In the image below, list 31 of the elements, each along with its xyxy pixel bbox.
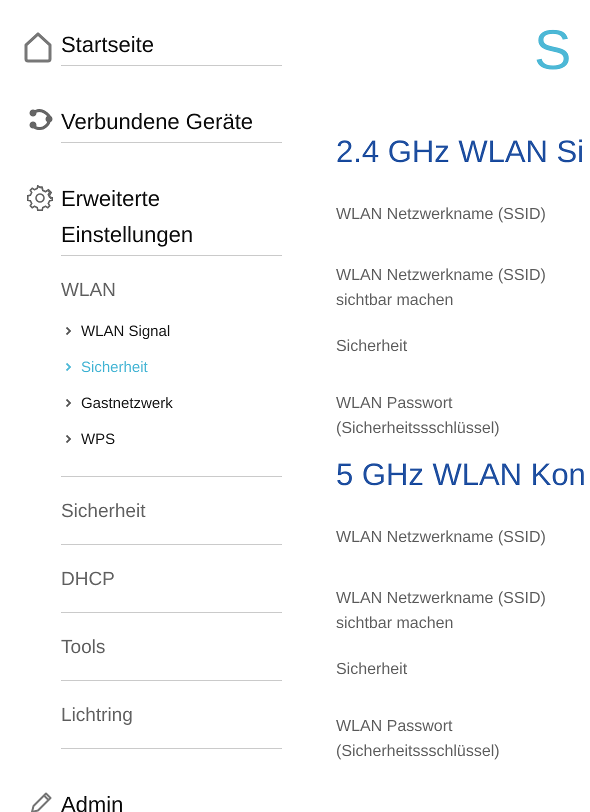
nav-link[interactable]: Admin xyxy=(61,787,282,812)
chevron-icon xyxy=(65,326,72,336)
chevron-icon xyxy=(65,434,72,444)
nav-link[interactable]: Sicherheit xyxy=(61,499,282,525)
settings-icon xyxy=(27,185,53,211)
field-label: WLAN Passwort (Sicherheitssschlüssel) xyxy=(336,718,500,760)
field-label: WLAN Netzwerkname (SSID) sichtbar machen xyxy=(336,590,546,632)
chevron-icon xyxy=(65,398,72,408)
nav-link[interactable]: WLAN xyxy=(61,278,282,304)
home-icon xyxy=(23,31,53,63)
nav-link[interactable]: DHCP xyxy=(61,567,282,593)
field-label: WLAN Netzwerkname (SSID) sichtbar machen xyxy=(336,267,546,309)
field-label: WLAN Passwort (Sicherheitssschlüssel) xyxy=(336,395,500,437)
field-label: Sicherheit xyxy=(336,338,408,355)
nav-link[interactable]: Lichtring xyxy=(61,703,282,729)
nav-sub-link[interactable]: WPS xyxy=(61,421,282,457)
section-heading: 5 GHz WLAN Kon xyxy=(336,456,587,494)
nav-link[interactable]: Startseite xyxy=(61,27,282,66)
chevron-icon xyxy=(65,362,72,372)
field-label: WLAN Netzwerkname (SSID) xyxy=(336,529,546,546)
nav-link[interactable]: Erweiterte Einstellungen xyxy=(61,181,282,256)
field-label: Sicherheit xyxy=(336,661,408,678)
nav-link[interactable]: Tools xyxy=(61,635,282,661)
page-title: S xyxy=(534,18,572,82)
nav-link[interactable]: Verbundene Geräte xyxy=(61,104,282,143)
nav-sub-link[interactable]: Gastnetzwerk xyxy=(61,385,282,421)
devices-icon xyxy=(27,108,53,132)
field-label: WLAN Netzwerkname (SSID) xyxy=(336,206,546,223)
pencil-icon xyxy=(29,791,53,812)
section-heading: 2.4 GHz WLAN Si xyxy=(336,133,586,171)
nav-sub-link[interactable]: WLAN Signal xyxy=(61,313,282,349)
